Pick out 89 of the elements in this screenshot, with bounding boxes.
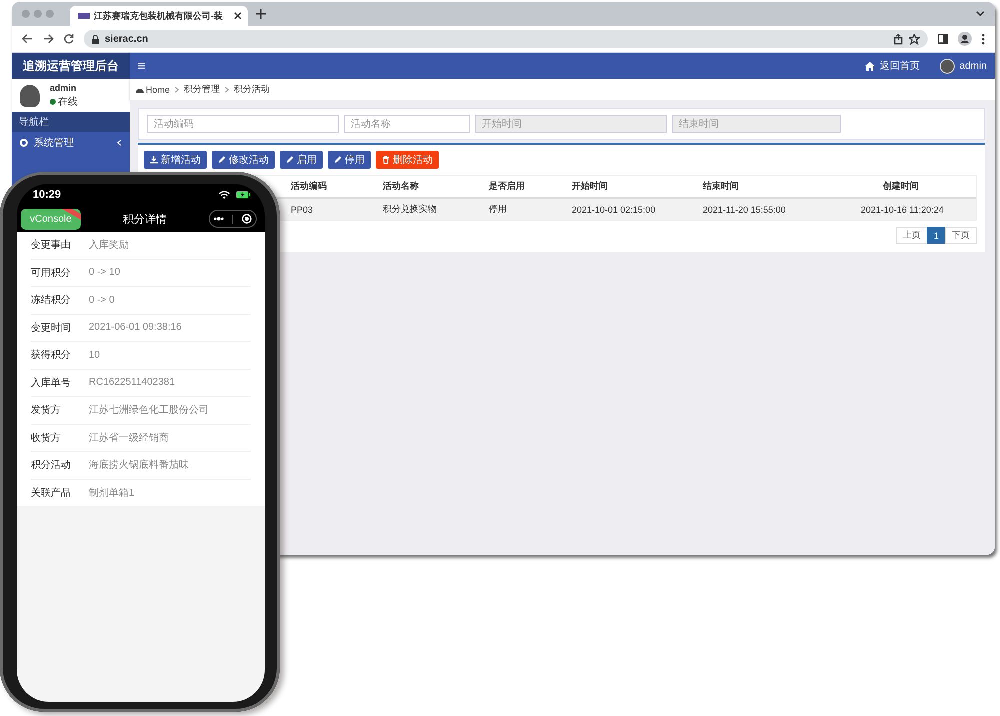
column-header[interactable]: 创建时间 (855, 180, 976, 193)
header-link[interactable]: admin (940, 58, 987, 74)
user-status: 在线 (58, 96, 78, 108)
action-button[interactable]: 停用 (328, 151, 371, 169)
column-header[interactable]: 是否启用 (483, 180, 566, 193)
field-value: 海底捞火锅底料番茄味 (89, 458, 189, 472)
browser-tab[interactable]: 江苏赛瑞克包装机械有限公司-装 (70, 6, 248, 26)
field-label: 入库单号 (31, 376, 72, 390)
table-cell-text: 2021-11-20 15:55:00 (702, 204, 787, 214)
column-header[interactable]: 活动编码 (285, 180, 377, 193)
target-icon (242, 214, 252, 224)
side-panel-icon[interactable] (938, 34, 948, 44)
sidebar-item[interactable]: 系统管理 (12, 132, 130, 154)
search-field[interactable]: 活动编码 (147, 115, 339, 133)
home-icon (864, 62, 875, 70)
field-label: 变更时间 (31, 322, 72, 335)
capsule-menu[interactable] (209, 210, 257, 228)
forward-icon[interactable] (43, 34, 54, 44)
prev-page-button[interactable]: 上页 (896, 227, 928, 244)
favicon-icon (78, 13, 90, 19)
next-page-button[interactable]: 下页 (945, 227, 977, 244)
status-time: 10:29 (33, 189, 62, 201)
header-link[interactable]: 返回首页 (864, 59, 920, 73)
address-bar[interactable]: sierac.cn (84, 30, 928, 48)
field-label: 获得积分 (31, 348, 72, 362)
app-title: 追溯运营管理后台 (12, 53, 130, 79)
breadcrumb-link[interactable]: Home (136, 84, 170, 94)
action-button[interactable]: 修改活动 (212, 151, 275, 169)
plus-icon[interactable] (256, 9, 266, 19)
window-control-dot[interactable] (46, 10, 54, 18)
column-header[interactable]: 开始时间 (566, 180, 697, 193)
field-value: 10 (89, 350, 100, 361)
pencil-icon (286, 156, 294, 164)
field-value: 0 -> 0 (89, 294, 115, 306)
field-value: 2021-06-01 09:38:16 (89, 322, 182, 334)
more-icon (214, 217, 224, 221)
avatar (20, 84, 40, 106)
action-button[interactable]: 新增活动 (144, 151, 207, 169)
wifi-icon (219, 191, 230, 199)
field-label: 冻结积分 (31, 294, 72, 308)
user-name: admin (50, 82, 78, 92)
nav-heading: 导航栏 (12, 112, 130, 132)
url-text: sierac.cn (105, 34, 148, 44)
download-icon (150, 156, 158, 164)
field-label: 可用积分 (31, 266, 72, 280)
table-cell-text: PP03 (290, 204, 314, 214)
back-icon[interactable] (22, 34, 33, 44)
column-header[interactable]: 活动名称 (377, 180, 483, 193)
field-label: 发货方 (31, 404, 62, 418)
menu-icon[interactable] (138, 63, 145, 69)
window-control-dot[interactable] (22, 10, 30, 18)
window-control-dot[interactable] (34, 10, 42, 18)
field-label: 关联产品 (31, 486, 72, 500)
search-field[interactable]: 活动名称 (344, 115, 470, 133)
sidebar-item-label: 系统管理 (34, 136, 74, 150)
breadcrumb-link[interactable]: 积分活动 (234, 83, 270, 96)
field-value: 江苏七洲绿色化工股份公司 (89, 404, 209, 418)
field-label: 积分活动 (31, 459, 72, 472)
field-value: 制剂单箱1 (89, 486, 135, 500)
table-cell-text: 2021-10-16 11:20:24 (860, 204, 945, 214)
field-label: 收货方 (31, 432, 62, 445)
delete-button[interactable]: 删除活动 (376, 151, 439, 169)
trash-icon (382, 156, 390, 164)
profile-icon[interactable] (958, 32, 972, 46)
reload-icon[interactable] (64, 34, 74, 44)
table-cell-text: 2021-10-01 02:15:00 (571, 204, 657, 214)
battery-icon (236, 191, 251, 199)
table-cell-text: 积分兑换实物 (382, 203, 438, 216)
share-icon[interactable] (894, 34, 903, 44)
column-header[interactable]: 结束时间 (697, 180, 855, 193)
chevron-right-icon (175, 86, 180, 92)
tab-title: 江苏赛瑞克包装机械有限公司-装 (94, 10, 224, 22)
field-value: 江苏省一级经销商 (89, 432, 169, 445)
breadcrumb-link[interactable]: 积分管理 (184, 83, 220, 96)
table-cell-text: 停用 (488, 203, 508, 216)
star-icon[interactable] (909, 34, 920, 44)
pencil-icon (218, 156, 226, 164)
chevron-down-icon[interactable] (976, 11, 985, 17)
field-label: 变更事由 (31, 238, 72, 252)
field-value: 0 -> 10 (89, 267, 120, 278)
chevron-right-icon (225, 86, 230, 92)
field-value: RC1622511402381 (89, 377, 176, 388)
avatar (940, 58, 955, 74)
close-icon[interactable] (234, 12, 242, 20)
lock-icon (92, 34, 99, 44)
field-value: 入库奖励 (89, 238, 129, 252)
more-icon[interactable] (982, 34, 985, 44)
pencil-icon (334, 156, 342, 164)
action-button[interactable]: 启用 (280, 151, 323, 169)
